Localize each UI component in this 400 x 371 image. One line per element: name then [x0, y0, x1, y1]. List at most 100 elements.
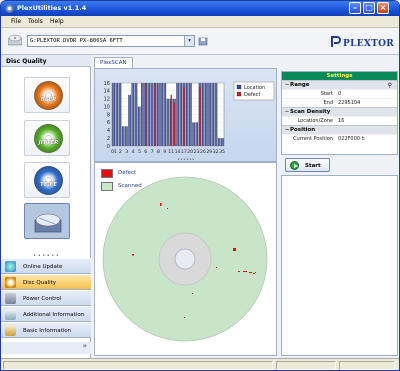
defect-swatch — [101, 169, 113, 178]
location-bar — [131, 83, 135, 146]
location-bar — [157, 83, 160, 146]
bler-disc-icon: BLER — [34, 81, 63, 110]
app-window: PlexUtilities v1.1.4 – □ × File Tools He… — [0, 0, 400, 371]
y-tick-label: 4 — [107, 128, 110, 134]
bler-test-button[interactable]: BLER — [24, 77, 70, 113]
x-tick-label: 20 — [187, 149, 193, 155]
plextor-logo: PLEXTOR — [331, 36, 394, 49]
range-start-value[interactable]: 0 — [338, 90, 341, 98]
location-bar — [195, 122, 199, 146]
location-bar — [211, 83, 215, 146]
location-bar — [208, 83, 211, 146]
y-tick-label: 2 — [107, 136, 110, 142]
x-tick-label: 4 — [132, 149, 135, 155]
settings-panel: Settings −Range ⚲ Start 0 End 2295104 −Scan… — [281, 71, 398, 155]
location-bar — [121, 126, 125, 146]
status-cell-main — [3, 361, 273, 370]
location-zone-row: Location/Zone 16 — [282, 116, 397, 125]
scan-disc-icon — [34, 213, 62, 233]
x-tick-label: 7 — [151, 149, 154, 155]
y-tick-label: 14 — [104, 89, 110, 95]
status-cell-3 — [339, 361, 395, 370]
current-position-value: 022F000 h — [338, 136, 365, 142]
x-tick-label: 23 — [194, 149, 200, 155]
position-section-header[interactable]: −Position — [282, 125, 397, 134]
status-cell-2 — [276, 361, 336, 370]
play-icon — [290, 161, 299, 170]
menu-tools[interactable]: Tools — [28, 18, 43, 25]
defect-bar — [154, 83, 156, 146]
y-tick-label: 12 — [104, 97, 110, 103]
plexscan-test-button[interactable] — [24, 203, 70, 239]
location-bar — [176, 83, 179, 146]
location-bar — [150, 83, 154, 146]
location-bar — [115, 83, 119, 146]
x-tick-label: 29 — [206, 149, 212, 155]
nav-power-control[interactable]: Power Control — [1, 290, 91, 306]
close-button[interactable]: × — [377, 2, 389, 14]
location-bar — [112, 83, 115, 146]
status-bar — [1, 358, 399, 370]
tab-plexscan[interactable]: PlexSCAN — [94, 57, 133, 68]
menu-file[interactable]: File — [11, 18, 21, 25]
globe-icon — [5, 261, 16, 272]
window-title: PlexUtilities v1.1.4 — [17, 4, 87, 12]
scanned-swatch — [101, 182, 113, 191]
toolbar: G:PLEXTOR DVDR PX-806SA 6FTT ▾ PLEXTOR — [1, 28, 399, 55]
location-bar — [205, 83, 208, 146]
x-tick-label: 3 — [125, 149, 128, 155]
location-bar — [166, 98, 170, 146]
x-tick-label: 35 — [219, 149, 225, 155]
maximize-button[interactable]: □ — [363, 2, 375, 14]
defect-legend-label: Defect — [118, 170, 137, 176]
location-bar — [214, 83, 218, 146]
nav-additional-information[interactable]: Additional Information — [1, 306, 91, 322]
defect-bar — [170, 94, 172, 146]
chevron-down-icon[interactable]: ▾ — [184, 36, 194, 46]
legend-swatch — [236, 91, 242, 97]
location-bar — [134, 83, 138, 146]
location-bar — [137, 106, 141, 146]
x-tick-label: 01 — [111, 149, 117, 155]
drive-select-value: G:PLEXTOR DVDR PX-806SA 6FTT — [30, 38, 123, 44]
legend-label: Location — [244, 85, 265, 91]
location-bar — [118, 83, 122, 146]
refresh-drive-icon[interactable] — [198, 36, 208, 46]
location-bar — [147, 83, 151, 146]
location-zone-value[interactable]: 16 — [338, 117, 344, 125]
x-tick-label: 26 — [200, 149, 206, 155]
start-button[interactable]: Start — [285, 158, 330, 172]
range-section-header[interactable]: −Range ⚲ — [282, 80, 397, 89]
chevron-double-down-icon[interactable]: » — [1, 342, 91, 354]
nav-basic-information[interactable]: Basic Information — [1, 322, 91, 338]
x-tick-label: 9 — [163, 149, 166, 155]
nav-online-update[interactable]: Online Update — [1, 258, 91, 274]
tefe-test-button[interactable]: TE/FE — [24, 162, 70, 198]
chart-panel: 0 2 4 6 8 10 12 14 16 01 2 3 4 5 6 7 8 9 11 14 17 20 23 26 29 32 3… — [94, 68, 277, 163]
current-position-row: Current Position 022F000 h — [282, 134, 397, 143]
x-tick-label: 2 — [119, 149, 122, 155]
location-bar — [160, 83, 163, 146]
location-bar — [128, 94, 131, 146]
location-bar — [125, 126, 128, 146]
results-panel — [281, 175, 398, 356]
sidebar: Disc Quality BLER JITTER TE/FE • • • • •… — [1, 55, 91, 358]
x-tick-label: 32 — [213, 149, 219, 155]
range-end-value[interactable]: 2295104 — [338, 99, 360, 107]
scanned-legend-label: Scanned — [118, 183, 142, 189]
sidebar-title: Disc Quality — [1, 55, 91, 67]
menu-help[interactable]: Help — [50, 18, 64, 25]
drive-icon — [8, 34, 22, 46]
x-tick-label: 6 — [144, 149, 147, 155]
x-tick-label: 5 — [138, 149, 141, 155]
minimize-button[interactable]: – — [349, 2, 361, 14]
nav-disc-quality[interactable]: Disc Quality — [1, 274, 91, 290]
jitter-test-button[interactable]: JITTER — [24, 120, 70, 156]
location-bar — [163, 83, 167, 146]
scan-density-section-header[interactable]: −Scan Density — [282, 107, 397, 116]
defect-bar — [199, 86, 201, 146]
x-tick-label: 17 — [181, 149, 187, 155]
location-defect-chart: 024681012141601 2 3 4 5 6 7 8 9 11 14 17 20 23 26 29 32 3… — [104, 81, 275, 163]
location-bar — [185, 83, 189, 146]
drive-select[interactable]: G:PLEXTOR DVDR PX-806SA 6FTT ▾ — [27, 35, 195, 47]
